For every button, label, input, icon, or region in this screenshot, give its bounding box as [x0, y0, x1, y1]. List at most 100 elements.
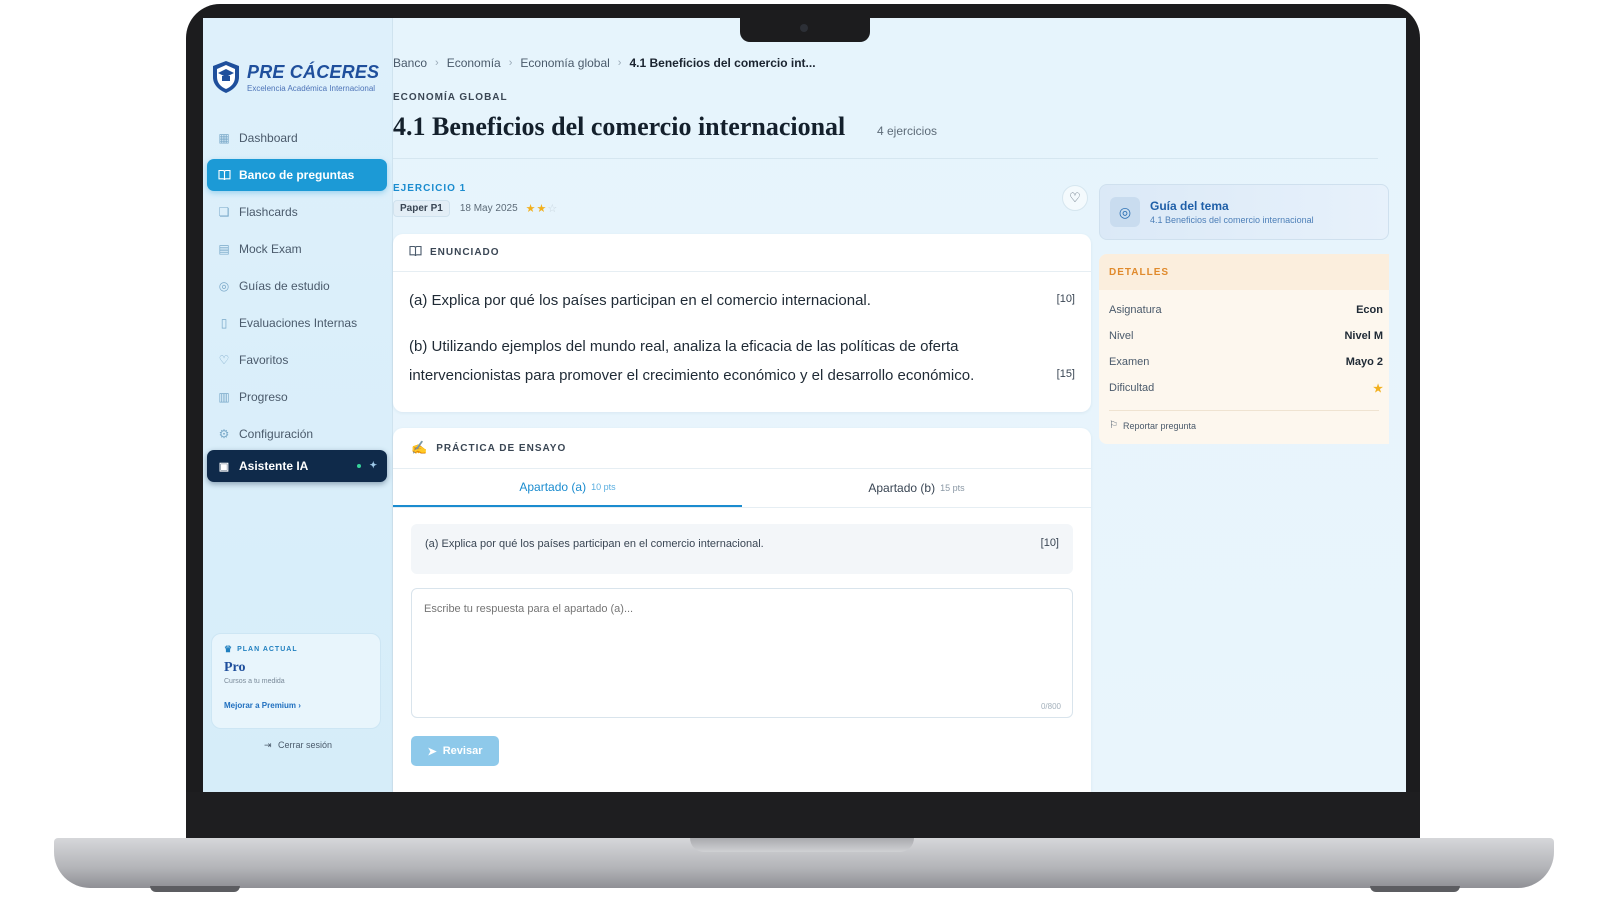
sparkle-icon: ✦	[369, 460, 377, 470]
compass-icon: ◎	[1110, 197, 1140, 227]
topic-guide-card[interactable]: ◎ Guía del tema 4.1 Beneficios del comer…	[1099, 184, 1389, 240]
detail-value: Nivel M	[1344, 330, 1383, 342]
compass-icon: ◎	[218, 279, 230, 293]
detail-row-examen: Examen Mayo 2	[1109, 356, 1389, 372]
details-title: DETALLES	[1099, 254, 1389, 290]
brand-name: PRE CÁCERES	[247, 61, 380, 82]
plan-name: Pro	[224, 660, 246, 675]
shield-logo-icon	[211, 60, 241, 94]
review-label: Revisar	[442, 745, 483, 757]
answer-textarea[interactable]	[411, 588, 1073, 718]
report-label: Reportar pregunta	[1122, 420, 1197, 431]
divider	[393, 158, 1378, 159]
plan-label-text: PLAN ACTUAL	[237, 646, 298, 653]
detail-label: Nivel	[1109, 330, 1134, 342]
section-kicker: ECONOMÍA GLOBAL	[393, 92, 508, 103]
details-panel: DETALLES Asignatura Econ Nivel Nivel M E…	[1099, 254, 1389, 444]
sidebar-item-flashcards[interactable]: ❏ Flashcards	[207, 196, 387, 228]
detail-row-nivel: Nivel Nivel M	[1109, 330, 1389, 346]
guide-title: Guía del tema	[1150, 199, 1229, 213]
sidebar-item-label: Favoritos	[239, 353, 289, 367]
breadcrumb-item[interactable]: Banco	[393, 56, 427, 70]
sidebar: PRE CÁCERES Excelencia Académica Interna…	[203, 18, 393, 792]
plan-label: ♛ PLAN ACTUAL	[224, 644, 368, 655]
star-filled-icon: ★	[536, 203, 548, 215]
sidebar-item-banco-de-preguntas[interactable]: Banco de preguntas	[207, 159, 387, 191]
review-button[interactable]: ➤ Revisar	[411, 736, 499, 766]
mark-b: [15]	[1056, 368, 1075, 380]
laptop-bezel	[186, 792, 1420, 839]
chevron-right-icon: ›	[435, 57, 439, 69]
plan-desc: Cursos a tu medida	[224, 678, 285, 685]
sidebar-item-mock-exam[interactable]: ▤ Mock Exam	[207, 233, 387, 265]
detail-row-dificultad: Dificultad ★	[1109, 382, 1389, 398]
sidebar-item-label: Mock Exam	[239, 242, 302, 256]
exercise-count: 4 ejercicios	[877, 124, 938, 138]
online-dot	[357, 464, 361, 468]
upgrade-link-text: Mejorar a Premium	[224, 701, 297, 710]
chevron-right-icon: ›	[508, 57, 513, 69]
practice-title: PRÁCTICA DE ENSAYO	[436, 442, 567, 454]
cards-icon: ❏	[218, 205, 230, 219]
breadcrumb-current: 4.1 Beneficios del comercio int...	[629, 56, 816, 70]
statement-header: ENUNCIADO	[393, 234, 1091, 272]
paper-badge: Paper P1	[393, 200, 450, 217]
sidebar-item-configuracion[interactable]: ⚙ Configuración	[207, 418, 387, 450]
sidebar-item-evaluaciones-internas[interactable]: ▯ Evaluaciones Internas	[207, 307, 387, 339]
gear-icon: ⚙	[218, 427, 230, 441]
exercise-label: EJERCICIO 1	[393, 183, 467, 194]
laptop-foot-right	[1370, 886, 1460, 892]
star-empty-icon: ☆	[547, 203, 559, 215]
star-filled-icon: ★	[1373, 383, 1383, 395]
sidebar-item-label: Configuración	[239, 427, 314, 441]
clipboard-icon: ▤	[218, 242, 230, 256]
sidebar-item-favoritos[interactable]: ♡ Favoritos	[207, 344, 387, 376]
sidebar-nav: ▦ Dashboard Banco de preguntas ❏ Flashca…	[207, 122, 387, 455]
tab-apartado-a[interactable]: Apartado (a) 10 pts	[393, 469, 742, 507]
page-title: 4.1 Beneficios del comercio internaciona…	[393, 112, 846, 141]
favorite-button[interactable]: ♡	[1062, 185, 1088, 211]
sidebar-item-label: Banco de preguntas	[239, 168, 355, 182]
difficulty-stars: ★★☆	[526, 202, 559, 215]
question-part-a: (a) Explica por qué los países participa…	[409, 292, 871, 309]
detail-label: Asignatura	[1109, 304, 1162, 316]
book-icon	[217, 168, 231, 182]
main-content: Banco › Economía › Economía global › 4.1…	[393, 18, 1406, 792]
sidebar-item-label: Evaluaciones Internas	[239, 316, 358, 330]
grid-icon: ▦	[218, 131, 230, 145]
sidebar-item-guias-de-estudio[interactable]: ◎ Guías de estudio	[207, 270, 387, 302]
report-question-button[interactable]: ⚐ Reportar pregunta	[1109, 420, 1196, 431]
practice-card: ✍ PRÁCTICA DE ENSAYO Apartado (a) 10 pts…	[393, 428, 1091, 792]
camera-notch	[740, 18, 870, 42]
breadcrumb: Banco › Economía › Economía global › 4.1…	[393, 56, 816, 70]
sidebar-item-asistente-ia[interactable]: ▣ Asistente IA ✦	[207, 450, 387, 482]
laptop-foot-left	[150, 886, 240, 892]
brand-logo[interactable]: PRE CÁCERES Excelencia Académica Interna…	[211, 60, 379, 94]
upgrade-link[interactable]: Mejorar a Premium ›	[224, 701, 368, 710]
statement-title: ENUNCIADO	[430, 247, 500, 258]
send-icon: ➤	[427, 745, 437, 758]
sidebar-item-progreso[interactable]: ▥ Progreso	[207, 381, 387, 413]
star-filled-icon: ★	[525, 203, 537, 215]
breadcrumb-item[interactable]: Economía global	[520, 56, 609, 70]
bar-chart-icon: ▥	[218, 390, 230, 404]
book-icon	[409, 245, 422, 260]
guide-subtitle: 4.1 Beneficios del comercio internaciona…	[1150, 215, 1314, 225]
brand-tagline: Excelencia Académica Internacional	[247, 83, 376, 93]
detail-label: Dificultad	[1109, 382, 1155, 394]
logout-button[interactable]: ⇥ Cerrar sesión	[203, 740, 393, 751]
detail-row-asignatura: Asignatura Econ	[1109, 304, 1389, 320]
statement-card: ENUNCIADO (a) Explica por qué los países…	[393, 234, 1091, 412]
sidebar-item-label: Guías de estudio	[239, 279, 330, 293]
plan-card: ♛ PLAN ACTUAL Pro Cursos a tu medida Mej…	[211, 633, 381, 729]
mark-a: [10]	[1056, 293, 1075, 305]
chevron-right-icon: ›	[617, 57, 622, 69]
sidebar-item-dashboard[interactable]: ▦ Dashboard	[207, 122, 387, 154]
tab-label: Apartado (a)	[519, 480, 587, 494]
tab-apartado-b[interactable]: Apartado (b) 15 pts	[742, 469, 1091, 507]
robot-icon: ▣	[218, 460, 230, 473]
hand-icon: ✍	[411, 440, 429, 455]
breadcrumb-item[interactable]: Economía	[447, 56, 501, 70]
tab-points: 10 pts	[591, 482, 616, 492]
tab-points: 15 pts	[940, 483, 965, 493]
